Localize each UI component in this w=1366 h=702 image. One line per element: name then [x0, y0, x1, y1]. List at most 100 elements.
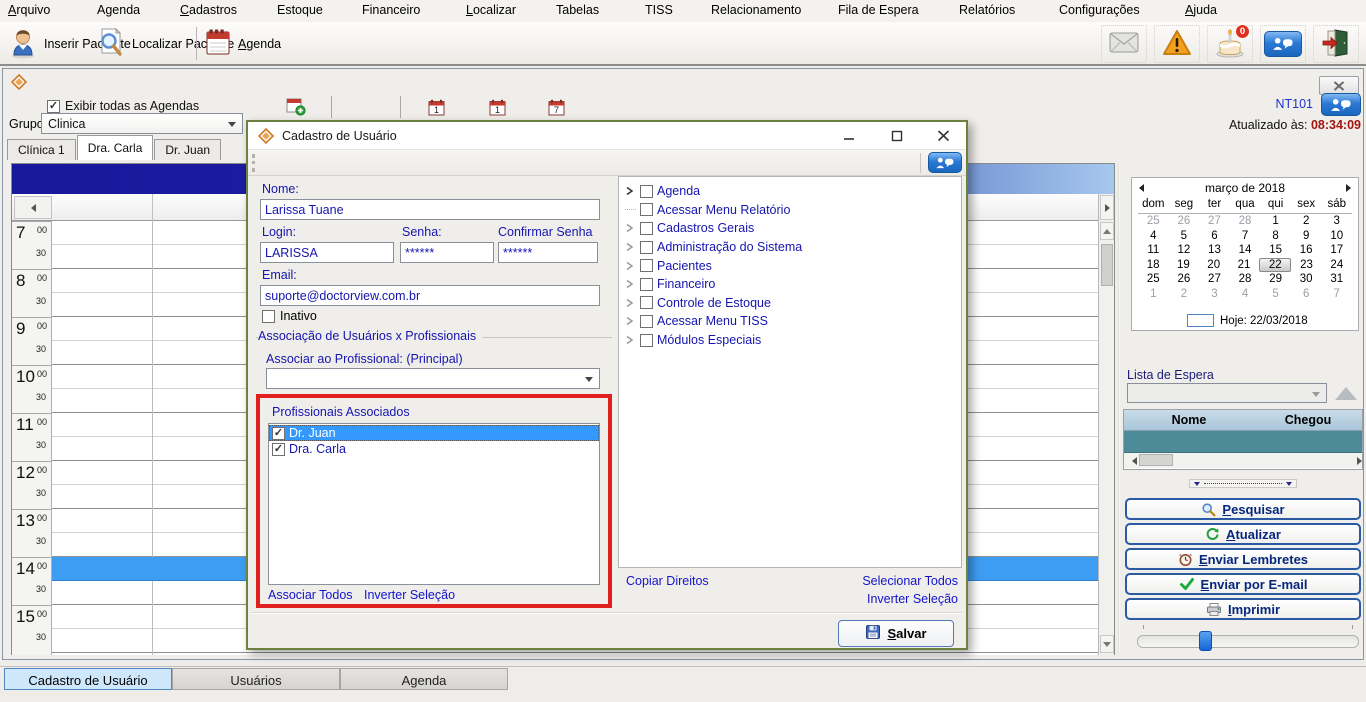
bottom-tab-cadastro-de-usuario[interactable]: Cadastro de Usuário — [4, 668, 172, 690]
bottom-tab-usuarios[interactable]: Usuários — [172, 668, 340, 690]
professional-item-dra-carla[interactable]: Dra. Carla — [269, 441, 599, 457]
calendar-day[interactable]: 2 — [1291, 214, 1322, 229]
checkbox-icon[interactable] — [640, 278, 653, 291]
professionals-listbox[interactable]: Dr. JuanDra. Carla — [268, 423, 600, 585]
scroll-right-button[interactable] — [1100, 195, 1114, 220]
calendar-day[interactable]: 13 — [1199, 243, 1230, 258]
calendar-day[interactable]: 31 — [1321, 272, 1352, 287]
agenda-tab-clinica-1[interactable]: Clínica 1 — [7, 139, 76, 160]
calendar-day[interactable]: 25 — [1138, 272, 1169, 287]
calendar-day[interactable]: 27 — [1199, 214, 1230, 229]
calendar-day[interactable]: 5 — [1260, 287, 1291, 302]
calendar-day[interactable]: 15 — [1260, 243, 1291, 258]
agenda-tab-dra-carla[interactable]: Dra. Carla — [77, 135, 154, 160]
confirm-password-input[interactable]: ****** — [498, 242, 598, 263]
invert-selection-link[interactable]: Inverter Seleção — [867, 592, 958, 606]
chevron-right-icon[interactable] — [625, 279, 636, 289]
chat-users-button[interactable] — [1321, 93, 1361, 116]
calendar-day[interactable]: 6 — [1199, 229, 1230, 244]
right-arrow-icon[interactable] — [1357, 457, 1366, 465]
calendar-day[interactable]: 16 — [1291, 243, 1322, 258]
calendar-day[interactable]: 3 — [1199, 287, 1230, 302]
inactive-checkbox[interactable]: Inativo — [262, 309, 317, 323]
vertical-scrollbar[interactable] — [1098, 194, 1114, 655]
calendar-day[interactable]: 11 — [1138, 243, 1169, 258]
messenger-button[interactable] — [1260, 25, 1306, 63]
column-header-chegou[interactable]: Chegou — [1254, 413, 1362, 427]
chevron-right-icon[interactable] — [625, 261, 636, 271]
principal-dropdown[interactable] — [266, 368, 600, 389]
calendar-day[interactable]: 28 — [1230, 272, 1261, 287]
checkbox-icon[interactable] — [640, 315, 653, 328]
scroll-up-button[interactable] — [1100, 222, 1114, 240]
menu-item-cadastros[interactable]: Cadastros — [180, 3, 237, 17]
tree-item-acessar-menu-relatorio[interactable]: Acessar Menu Relatório — [625, 201, 961, 220]
agenda-tab-dr-juan[interactable]: Dr. Juan — [154, 139, 221, 160]
checkbox-icon[interactable] — [640, 203, 653, 216]
chevron-right-icon[interactable] — [625, 316, 636, 326]
drag-grip-icon[interactable] — [252, 154, 256, 172]
calendar-day[interactable]: 8 — [1260, 229, 1291, 244]
tree-item-cadastros-gerais[interactable]: Cadastros Gerais — [625, 219, 961, 238]
prev-month-button[interactable] — [1135, 184, 1144, 192]
menu-item-localizar[interactable]: Localizar — [466, 3, 516, 17]
invert-selection-link[interactable]: Inverter Seleção — [364, 588, 455, 602]
action-button-enviar-por-e-mail[interactable]: Enviar por E-mail — [1125, 573, 1361, 595]
left-arrow-icon[interactable] — [1128, 457, 1137, 465]
add-appointment-icon[interactable] — [286, 97, 306, 119]
calendar-day-icon-1[interactable]: 1 — [489, 99, 506, 116]
scrollbar-thumb[interactable] — [1101, 244, 1113, 286]
calendar-day[interactable]: 19 — [1168, 258, 1198, 273]
chevron-right-icon[interactable] — [625, 242, 636, 252]
tree-item-administracao-do-sistema[interactable]: Administração do Sistema — [625, 238, 961, 257]
group-dropdown[interactable]: Clinica — [41, 113, 243, 134]
collapse-up-icon[interactable] — [1335, 387, 1357, 400]
calendar-day[interactable]: 2 — [1169, 287, 1200, 302]
chevron-right-icon[interactable] — [625, 186, 636, 196]
calendar-day[interactable]: 26 — [1169, 214, 1200, 229]
tree-item-financeiro[interactable]: Financeiro — [625, 275, 961, 294]
scroll-left-button[interactable] — [14, 196, 52, 219]
calendar-day[interactable]: 26 — [1169, 272, 1200, 287]
checkbox-icon[interactable] — [640, 334, 653, 347]
associate-all-link[interactable]: Associar Todos — [268, 588, 353, 602]
maximize-button[interactable] — [884, 127, 910, 145]
calendar-day[interactable]: 30 — [1291, 272, 1322, 287]
select-all-link[interactable]: Selecionar Todos — [862, 574, 958, 588]
menu-item-tiss[interactable]: TISS — [645, 3, 673, 17]
calendar-day[interactable]: 24 — [1322, 258, 1352, 273]
tree-item-pacientes[interactable]: Pacientes — [625, 256, 961, 275]
waitlist-dropdown[interactable] — [1127, 383, 1327, 403]
menu-item-relacionamento[interactable]: Relacionamento — [711, 3, 801, 17]
minimize-button[interactable] — [836, 127, 862, 145]
calendar-day[interactable]: 18 — [1138, 258, 1168, 273]
checkbox-icon[interactable] — [640, 296, 653, 309]
splitter-widget[interactable] — [1189, 479, 1297, 488]
calendar-day[interactable]: 14 — [1230, 243, 1261, 258]
tree-item-modulos-especiais[interactable]: Módulos Especiais — [625, 331, 961, 350]
scrollbar-thumb[interactable] — [1139, 454, 1173, 466]
bottom-tab-agenda[interactable]: Agenda — [340, 668, 508, 690]
calendar-day-icon-1[interactable]: 1 — [428, 99, 445, 116]
action-button-enviar-lembretes[interactable]: Enviar Lembretes — [1125, 548, 1361, 570]
action-button-pesquisar[interactable]: Pesquisar — [1125, 498, 1361, 520]
checkbox-icon[interactable] — [640, 259, 653, 272]
menu-item-financeiro[interactable]: Financeiro — [362, 3, 420, 17]
action-button-imprimir[interactable]: Imprimir — [1125, 598, 1361, 620]
calendar-day[interactable]: 1 — [1260, 214, 1291, 229]
calendar-day[interactable]: 21 — [1229, 258, 1259, 273]
chevron-right-icon[interactable] — [625, 298, 636, 308]
menu-item-arquivo[interactable]: Arquivo — [8, 3, 50, 17]
mail-button[interactable] — [1101, 25, 1147, 63]
calendar-day[interactable]: 1 — [1138, 287, 1169, 302]
scroll-down-button[interactable] — [1100, 635, 1114, 653]
calendar-day[interactable]: 17 — [1321, 243, 1352, 258]
calendar-day[interactable]: 10 — [1321, 229, 1352, 244]
professional-item-dr-juan[interactable]: Dr. Juan — [269, 425, 599, 441]
calendar-day[interactable]: 7 — [1230, 229, 1261, 244]
tree-item-controle-de-estoque[interactable]: Controle de Estoque — [625, 294, 961, 313]
checkbox-icon[interactable] — [640, 185, 653, 198]
zoom-slider-thumb[interactable] — [1199, 631, 1212, 651]
calendar-day[interactable]: 28 — [1230, 214, 1261, 229]
login-input[interactable]: LARISSA — [260, 242, 394, 263]
